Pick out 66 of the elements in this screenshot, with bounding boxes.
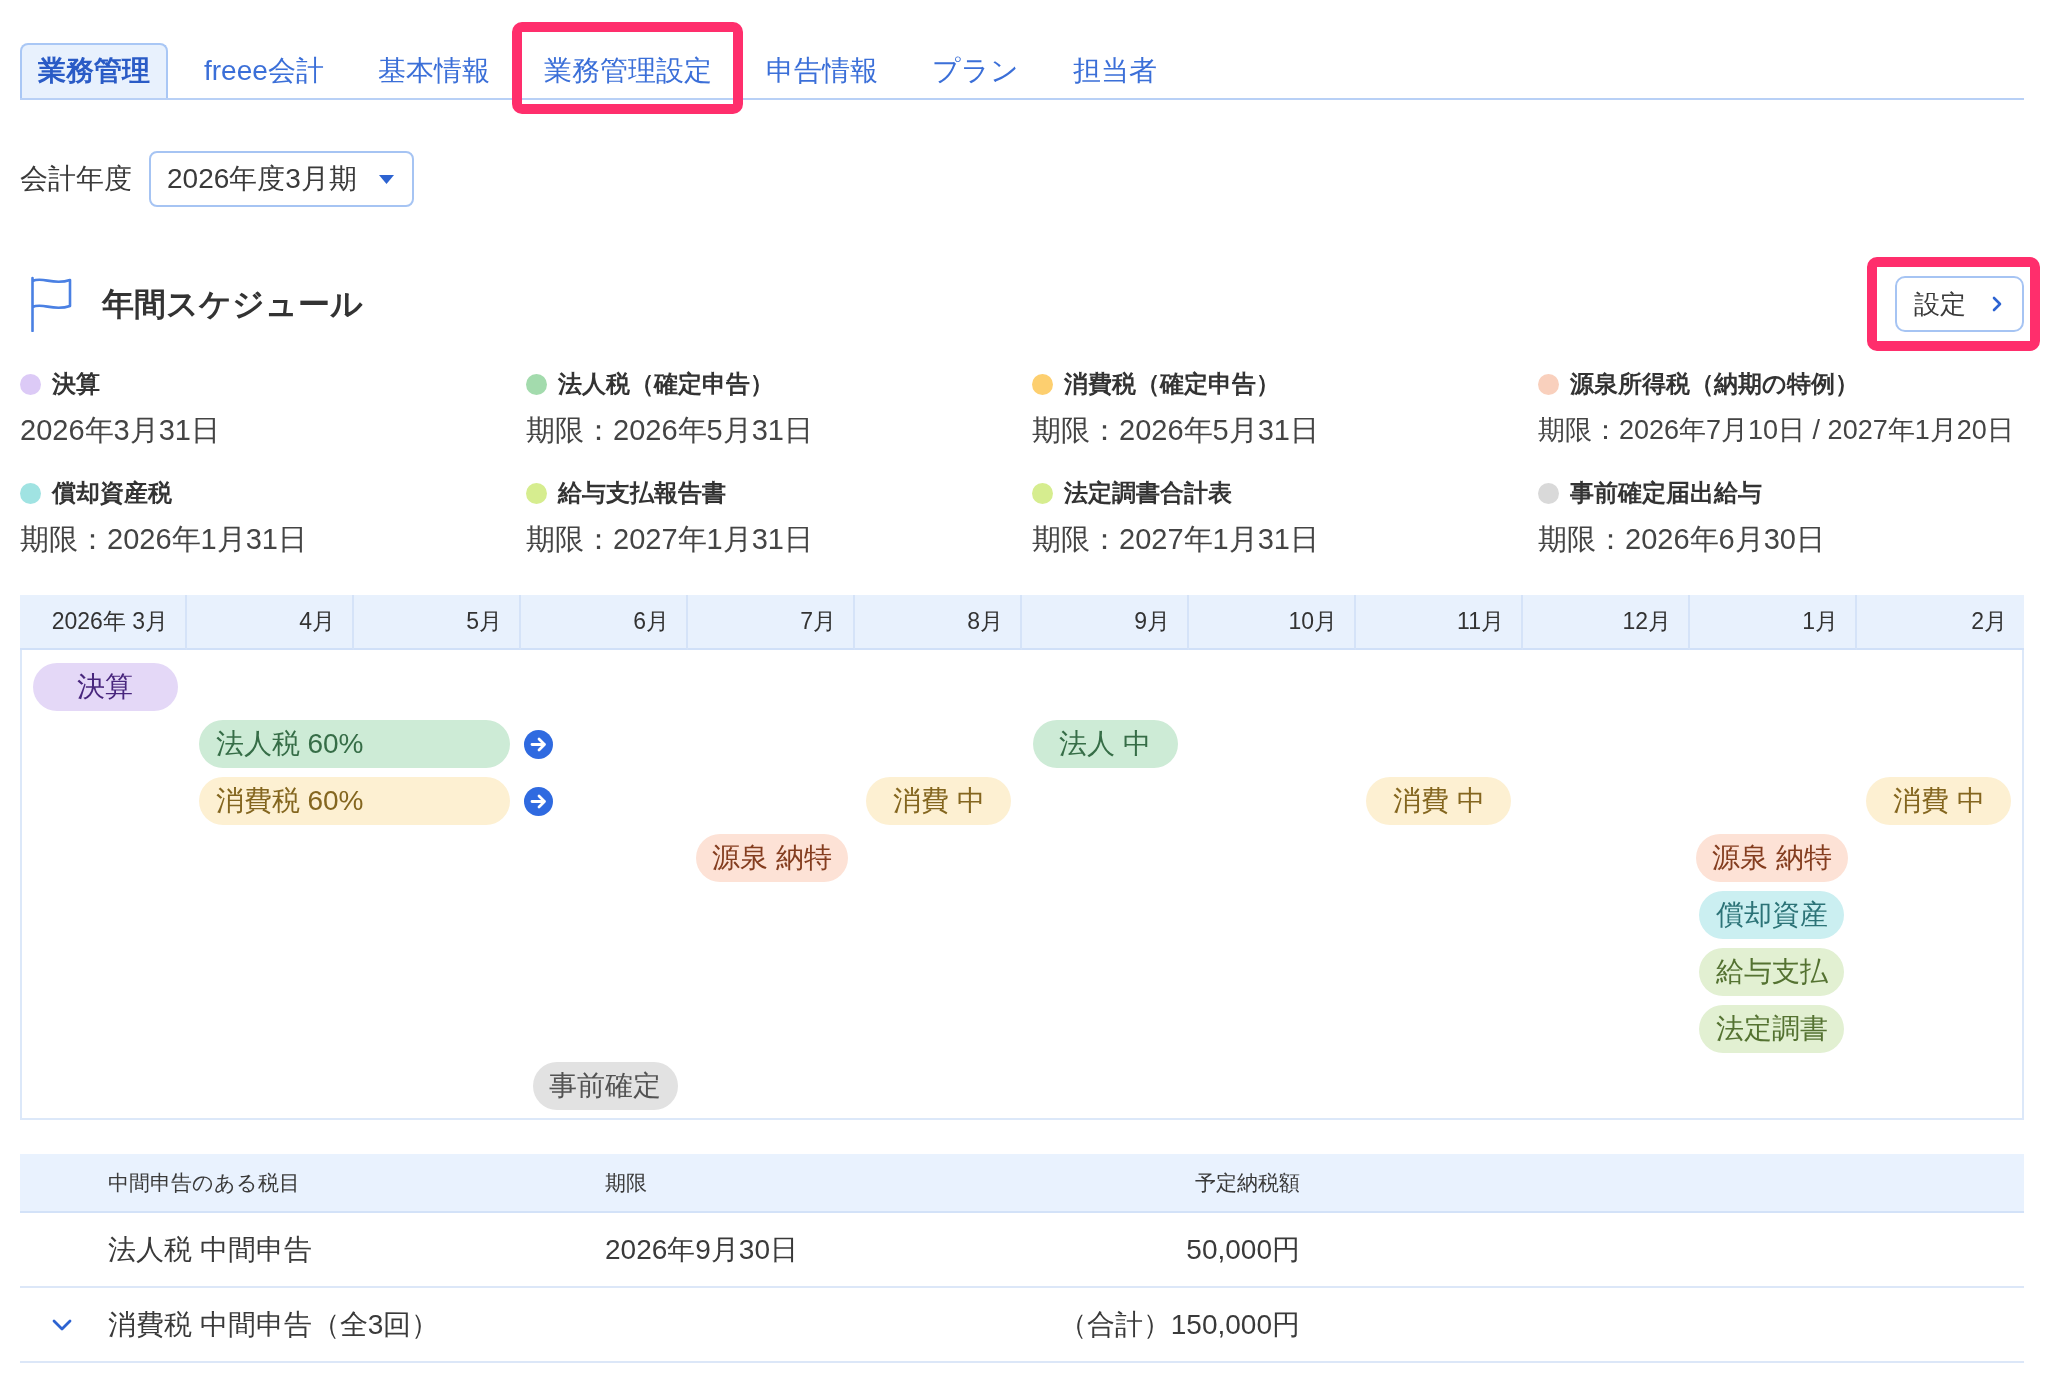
event-chip: 法人 中: [1032, 720, 1178, 768]
field-label: 会計年度: [20, 162, 132, 196]
event-bar: 法人税 60%: [198, 720, 510, 768]
column-header: 6月: [521, 595, 688, 650]
column-header: 期限: [605, 1170, 647, 1194]
tab[interactable]: 担当者: [1054, 43, 1175, 98]
event-chip: 償却資産: [1699, 891, 1845, 939]
legend-label: 決算: [52, 369, 100, 399]
column-header: 9月: [1022, 595, 1189, 650]
event-chip: 法定調書: [1699, 1005, 1845, 1053]
column-header: 予定納税額: [1195, 1170, 1300, 1194]
section-title: 年間スケジュール: [102, 285, 363, 324]
event-chip: 事前確定: [532, 1062, 678, 1110]
deadline-text: 期限：2026年1月31日: [20, 522, 307, 557]
column-header: 12月: [1523, 595, 1690, 650]
legend-label: 源泉所得税（納期の特例）: [1570, 369, 1859, 399]
event-chip: 消費 中: [866, 777, 1012, 825]
deadline-text: 期限：2027年1月31日: [1032, 522, 1319, 557]
column-header: 7月: [688, 595, 855, 650]
flag-icon: [29, 276, 73, 332]
legend-label: 法人税（確定申告）: [558, 369, 774, 399]
year-select[interactable]: 2026年度3月期: [149, 151, 414, 207]
column-header: 8月: [855, 595, 1022, 650]
tab[interactable]: 申告情報: [747, 43, 896, 98]
legend-label: 事前確定届出給与: [1570, 478, 1762, 508]
table-cell: 50,000円: [1186, 1233, 1300, 1265]
column-header: 4月: [187, 595, 354, 650]
column-header: 1月: [1690, 595, 1857, 650]
deadline-text: 期限：2026年6月30日: [1538, 522, 1825, 557]
deadline-text: 2026年3月31日: [20, 413, 220, 448]
tab[interactable]: 基本情報: [359, 43, 508, 98]
table-cell: 消費税 中間申告（全3回）: [108, 1308, 440, 1340]
deadline-text: 期限：2026年5月31日: [1032, 413, 1319, 448]
tab[interactable]: 業務管理設定: [525, 43, 730, 98]
chevron-down-icon[interactable]: [52, 1318, 72, 1331]
event-chip: 消費 中: [1866, 777, 2012, 825]
column-header: 2026年 3月: [20, 595, 187, 650]
caret-down-icon: [378, 174, 394, 184]
table-cell: （合計）150,000円: [1058, 1308, 1300, 1340]
deadline-text: 期限：2026年5月31日: [526, 413, 813, 448]
event-chip: 源泉 納特: [1696, 834, 1848, 882]
column-header: 5月: [354, 595, 521, 650]
column-header: 中間申告のある税目: [108, 1170, 300, 1194]
legend-label: 法定調書合計表: [1064, 478, 1232, 508]
event-chip: 決算: [32, 663, 178, 711]
arrow-right-icon: [524, 786, 553, 816]
legend-label: 償却資産税: [52, 478, 172, 508]
column-header: 11月: [1356, 595, 1523, 650]
legend-label: 給与支払報告書: [558, 478, 726, 508]
deadline-text: 期限：2026年7月10日 / 2027年1月20日: [1538, 414, 2014, 447]
column-header: 2月: [1857, 595, 2024, 650]
column-header: 10月: [1189, 595, 1356, 650]
tab[interactable]: プラン: [913, 43, 1037, 98]
arrow-right-icon: [524, 729, 553, 759]
settings-button[interactable]: 設定: [1895, 276, 2024, 332]
legend-label: 消費税（確定申告）: [1064, 369, 1280, 399]
deadline-text: 期限：2027年1月31日: [526, 522, 813, 557]
event-chip: 消費 中: [1366, 777, 1512, 825]
event-chip: 源泉 納特: [696, 834, 848, 882]
tab[interactable]: freee会計: [186, 43, 342, 98]
chevron-right-icon: [1992, 296, 2002, 312]
table-cell: 法人税 中間申告: [108, 1233, 312, 1265]
table-cell: 2026年9月30日: [605, 1233, 798, 1265]
event-chip: 給与支払: [1699, 948, 1845, 996]
tab[interactable]: 業務管理: [20, 43, 168, 98]
event-bar: 消費税 60%: [198, 777, 510, 825]
